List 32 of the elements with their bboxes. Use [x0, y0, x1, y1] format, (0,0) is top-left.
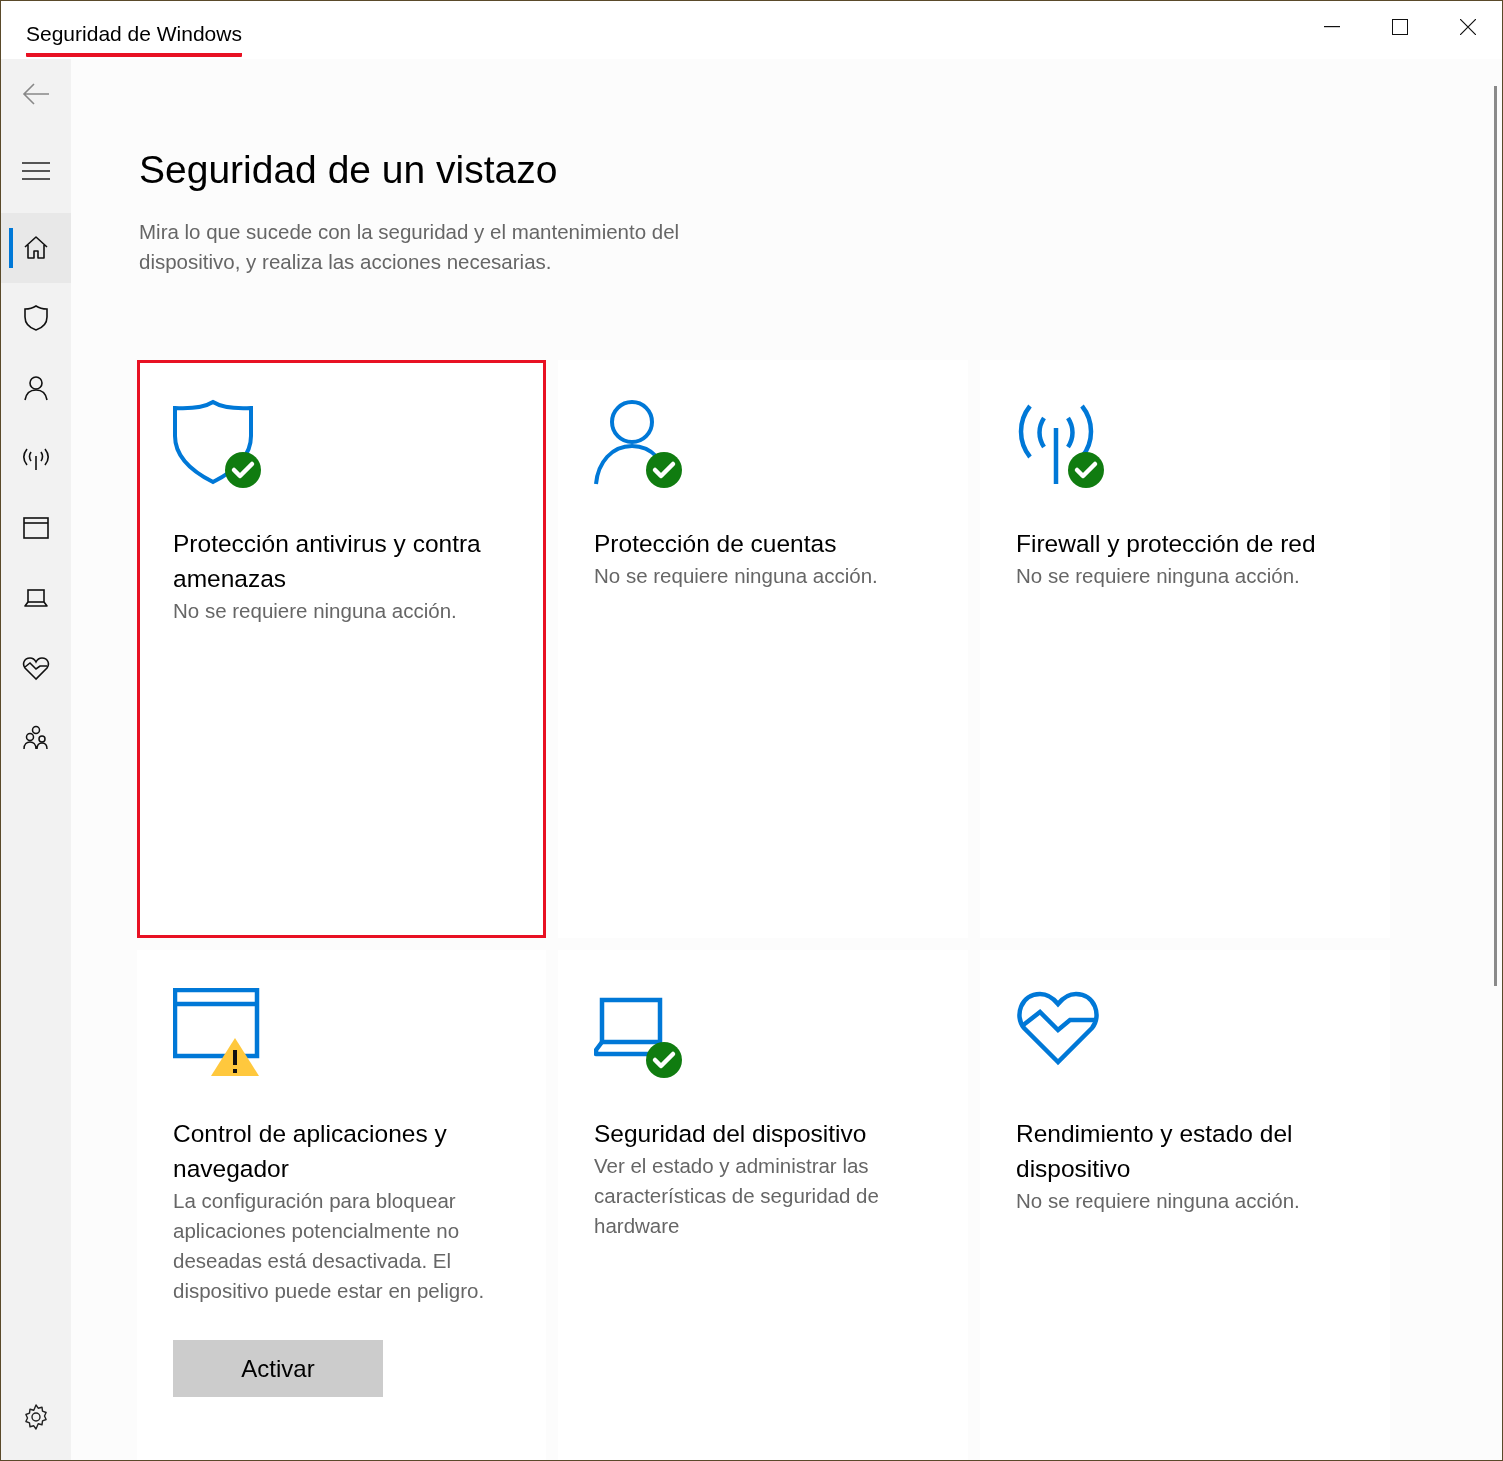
card-title: Rendimiento y estado del dispositivo	[1016, 1119, 1294, 1184]
people-icon	[22, 724, 50, 752]
activate-button[interactable]: Activar	[173, 1340, 383, 1397]
card-title: Protección antivirus y contra amenazas	[173, 529, 482, 594]
card-title: Seguridad del dispositivo	[594, 1119, 868, 1149]
browser-window-icon	[22, 514, 50, 542]
home-icon	[22, 234, 50, 262]
back-arrow-icon	[22, 83, 50, 105]
minimize-icon	[1324, 26, 1340, 28]
card-description: No se requiere ninguna acción.	[173, 598, 458, 624]
selection-indicator	[9, 228, 13, 268]
scrollbar[interactable]	[1494, 86, 1497, 986]
card-description: La configuración para bloquear aplicaciones potencialmente no deseadas está desactivada. El dispositivo puede estar en peligro.	[173, 1188, 486, 1304]
sidebar-item[interactable]	[1, 213, 71, 283]
feature-card[interactable]: Protección antivirus y contra amenazas No se requiere ninguna acción.	[137, 360, 546, 938]
card-description: Ver el estado y administrar las características de seguridad de hardware	[594, 1153, 880, 1239]
page-heading: Seguridad de un vistazo	[139, 147, 559, 193]
window-title: Seguridad de Windows	[26, 18, 242, 57]
maximize-icon	[1392, 19, 1408, 35]
person-icon	[22, 374, 50, 402]
settings-icon	[22, 1403, 50, 1431]
menu-icon	[22, 162, 50, 180]
card-title: Protección de cuentas	[594, 529, 838, 559]
close-icon	[1460, 19, 1476, 35]
heart-pulse-icon	[22, 654, 50, 682]
card-description: No se requiere ninguna acción.	[1016, 563, 1301, 589]
card-title: Firewall y protección de red	[1016, 529, 1317, 559]
shield-icon	[22, 304, 50, 332]
card-description: No se requiere ninguna acción.	[1016, 1188, 1301, 1214]
card-title: Control de aplicaciones y navegador	[173, 1119, 448, 1184]
card-description: No se requiere ninguna acción.	[594, 563, 879, 589]
page-description: Mira lo que sucede con la seguridad y el mantenimiento del dispositivo, y realiza las acciones necesarias.	[139, 219, 681, 275]
